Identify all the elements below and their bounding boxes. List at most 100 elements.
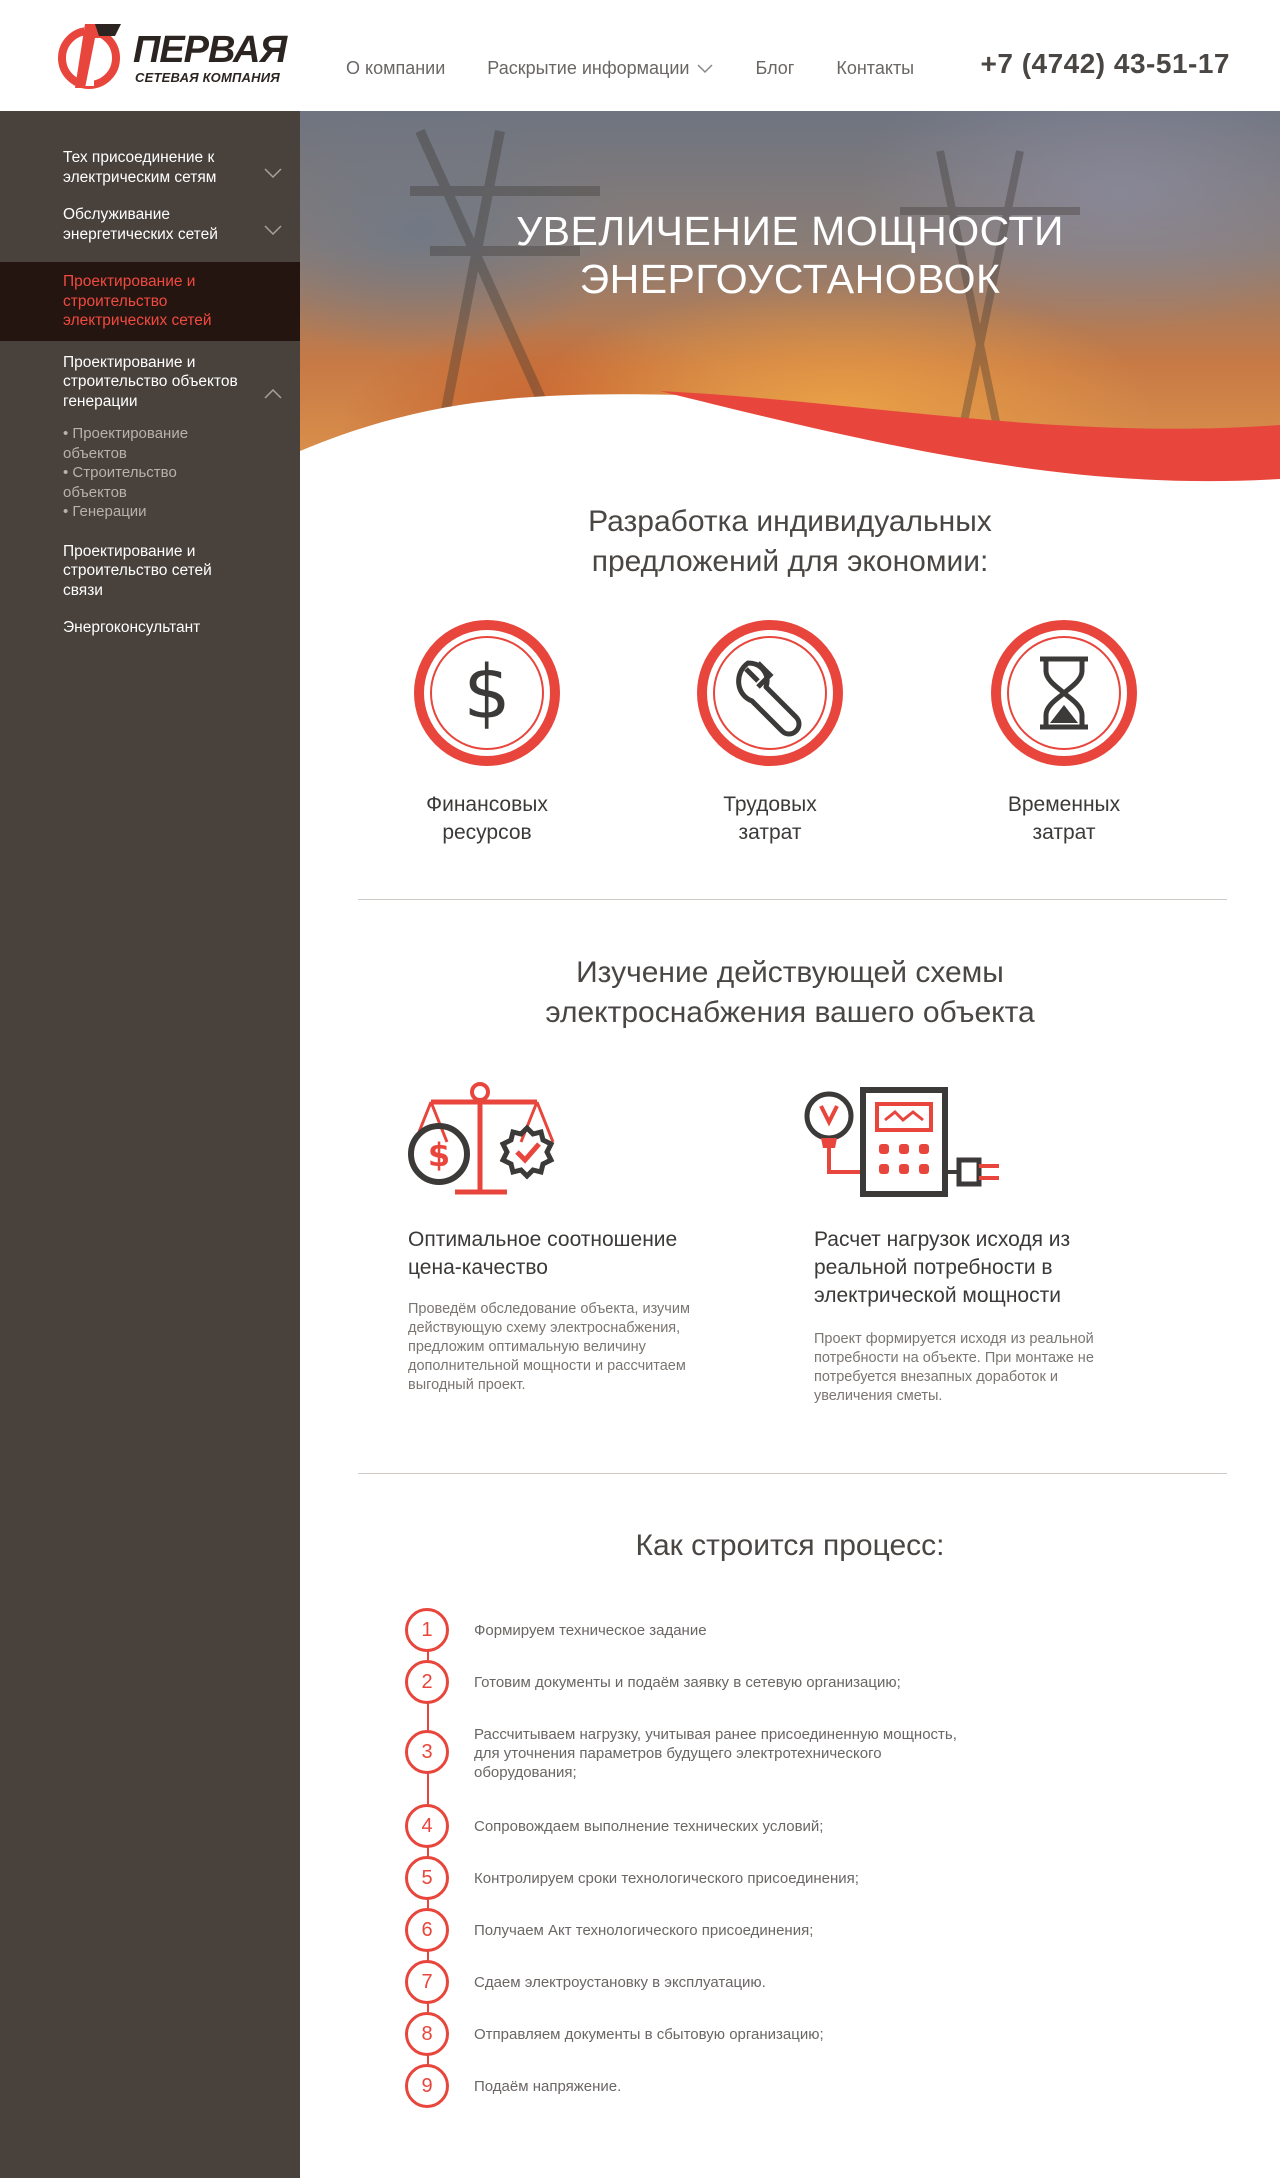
hero-wave-decoration [300,391,1280,501]
sidebar-submenu: • Проектирование объектов • Строительств… [0,424,300,522]
svg-text:$: $ [428,1136,450,1174]
step-number: 7 [405,1960,449,2004]
step-text: Сопровождаем выполнение технических усло… [474,1818,824,1835]
process-title: Как строится процесс: [635,1529,945,1562]
savings-caption-financial: Финансовых ресурсов [367,791,607,847]
logo-mark-icon [58,24,121,89]
step-text-line: оборудования; [474,1764,577,1781]
sidebar-item-label: Проектирование и строительство объектов … [63,353,238,410]
sidebar-subitem-build[interactable]: • Строительство объектов [63,463,237,502]
wrench-icon [697,620,843,766]
meter-icon [804,1087,999,1197]
sidebar-item-label: Проектирование и строительство сетей свя… [63,542,212,599]
hero-title-line2: ЭНЕРГОУСТАНОВОК [579,256,1001,302]
chevron-down-icon [697,63,713,73]
dollar-icon: $ [414,620,560,766]
nav-item-disclosure[interactable]: Раскрытие информации [487,58,713,79]
step-text: Формируем техническое задание [474,1622,707,1639]
caption-line1: Временных [1007,793,1121,816]
step-text-line: для уточнения параметров будущего электр… [474,1745,882,1762]
sidebar-item-networks-active[interactable]: Проектирование и строительство электриче… [0,262,300,341]
sidebar-item-generation[interactable]: Проектирование и строительство объектов … [0,353,300,412]
divider [358,899,1227,900]
feature-text-line: предложим оптимальную величину [408,1339,646,1355]
chevron-down-icon [264,225,282,235]
chevron-up-icon [264,388,282,399]
step-text: Отправляем документы в сбытовую организа… [474,2026,824,2043]
section-study-title-line2: электроснабжения вашего объекта [545,996,1035,1029]
svg-text:$: $ [463,650,510,736]
feature-load-calc-title: Расчет нагрузок исходя из реальной потре… [814,1226,1154,1310]
feature-text-line: потребуется внезапных доработок и [814,1369,1058,1385]
section-study-title: Изучение действующей схемы электроснабже… [300,953,1280,1033]
caption-line1: Финансовых [426,793,548,816]
sidebar-subitem-design[interactable]: • Проектирование объектов [63,424,237,463]
savings-caption-labor: Трудовых затрат [650,791,890,847]
chevron-down-icon [264,168,282,178]
sidebar-item-label: Проектирование и строительство электриче… [63,273,212,329]
sidebar-item-maintenance[interactable]: Обслуживание энергетических сетей [0,205,300,244]
caption-line2: затрат [738,821,802,844]
caption-line2: ресурсов [442,821,532,844]
logo[interactable]: ПЕРВАЯ СЕТЕВАЯ КОМПАНИЯ [55,18,287,94]
feature-text-line: выгодный проект. [408,1377,526,1393]
feature-text-line: Проект формируется исходя из реальной [814,1331,1094,1347]
hourglass-icon [991,620,1137,766]
feature-title-line2: цена-качество [408,1256,548,1279]
feature-load-calc-text: Проект формируется исходя из реальной по… [814,1330,1144,1406]
section-study-title-line1: Изучение действующей схемы [576,956,1004,989]
step-number: 9 [405,2064,449,2108]
feature-price-quality-text: Проведём обследование объекта, изучим де… [408,1300,738,1395]
sidebar-item-tech-connection[interactable]: Тех присоединение к электрическим сетям [0,148,300,187]
feature-text-line: потребности на объекте. При монтаже не [814,1350,1094,1366]
nav-item-about[interactable]: О компании [346,58,445,79]
feature-text-line: действующую схему электроснабжения, [408,1320,681,1336]
step-text: Контролируем сроки технологического прис… [474,1870,859,1887]
step-text: Рассчитываем нагрузку, учитывая ранее пр… [474,1725,994,1782]
sidebar-subitem-generation[interactable]: • Генерации [63,502,237,522]
step-text-line: Рассчитываем нагрузку, учитывая ранее пр… [474,1726,957,1743]
step-number: 1 [405,1608,449,1652]
step-number: 5 [405,1856,449,1900]
savings-caption-time: Временных затрат [944,791,1184,847]
sidebar-item-label: Обслуживание энергетических сетей [63,206,218,243]
step-number: 6 [405,1908,449,1952]
header: ПЕРВАЯ СЕТЕВАЯ КОМПАНИЯ О компании Раскр… [0,0,1280,111]
nav-item-blog[interactable]: Блог [755,58,794,79]
sidebar-item-energy-consultant[interactable]: Энергоконсультант [0,618,300,638]
step-number: 4 [405,1804,449,1848]
feature-title-line3: электрической мощности [814,1284,1061,1307]
nav-item-contacts[interactable]: Контакты [836,58,914,79]
step-number: 2 [405,1660,449,1704]
main-nav: О компании Раскрытие информации Блог Кон… [346,58,956,79]
step-number: 3 [405,1730,449,1774]
section-savings-title: Разработка индивидуальных предложений дл… [300,502,1280,582]
feature-text-line: увеличения сметы. [814,1388,943,1404]
feature-title-line1: Оптимальное соотношение [408,1228,678,1251]
section-savings-title-line2: предложений для экономии: [591,545,989,578]
feature-price-quality-title: Оптимальное соотношение цена-качество [408,1226,748,1282]
hero-title-line1: УВЕЛИЧЕНИЕ МОЩНОСТИ [516,208,1064,254]
feature-text-line: дополнительной мощности и рассчитаем [408,1358,686,1374]
section-savings-title-line1: Разработка индивидуальных [588,505,992,538]
scales-icon: $ [408,1082,555,1195]
step-number: 8 [405,2012,449,2056]
step-text: Подаём напряжение. [474,2078,622,2095]
logo-title: ПЕРВАЯ [133,29,287,71]
logo-subtitle: СЕТЕВАЯ КОМПАНИЯ [135,70,280,85]
caption-line2: затрат [1032,821,1096,844]
nav-item-disclosure-label: Раскрытие информации [487,58,690,78]
phone-number[interactable]: +7 (4742) 43-51-17 [980,48,1230,80]
sidebar-item-label: Тех присоединение к электрическим сетям [63,149,217,186]
sidebar: Тех присоединение к электрическим сетям … [0,111,300,2178]
feature-text-line: Проведём обследование объекта, изучим [408,1301,690,1317]
hero-banner: УВЕЛИЧЕНИЕ МОЩНОСТИ ЭНЕРГОУСТАНОВОК [300,111,1280,501]
caption-line1: Трудовых [723,793,817,816]
feature-title-line2: реальной потребности в [814,1256,1053,1279]
divider [358,1473,1227,1474]
sidebar-item-label: Энергоконсультант [63,619,201,636]
feature-title-line1: Расчет нагрузок исходя из [814,1228,1071,1251]
step-text: Получаем Акт технологического присоедине… [474,1922,814,1939]
hero-title: УВЕЛИЧЕНИЕ МОЩНОСТИ ЭНЕРГОУСТАНОВОК [300,207,1280,303]
sidebar-item-telecom[interactable]: Проектирование и строительство сетей свя… [0,542,300,601]
